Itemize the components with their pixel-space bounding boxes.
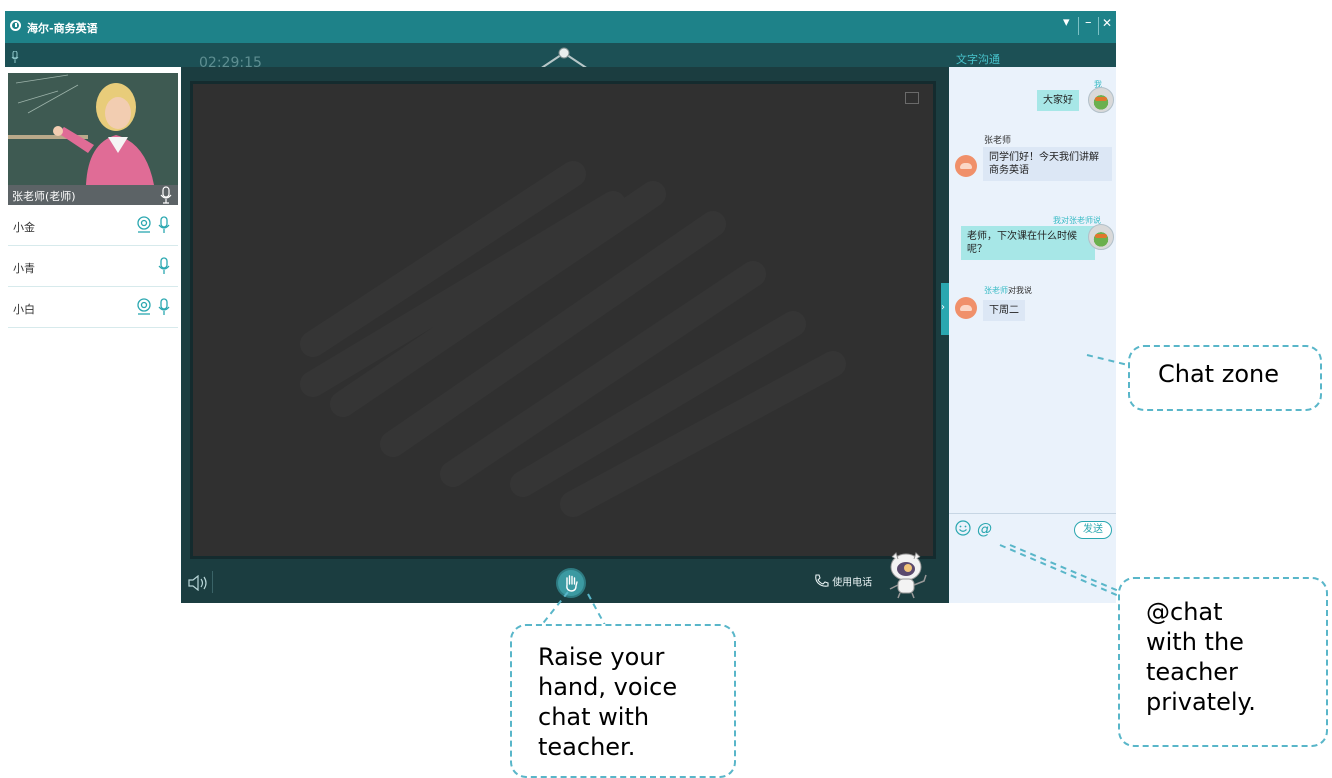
teacher-name-bar: 张老师(老师) [8, 185, 178, 205]
mic-icon[interactable] [158, 216, 170, 234]
teacher-avatar [955, 297, 977, 319]
camera-icon[interactable] [136, 216, 152, 234]
callout-text: Chat zone [1158, 360, 1279, 388]
fullscreen-icon[interactable] [905, 92, 919, 104]
user-avatar [1088, 224, 1114, 250]
raise-hand-callout: Raise your hand, voice chat with teacher… [510, 624, 736, 778]
callout-line: privately. [1146, 688, 1256, 716]
divider [212, 571, 213, 593]
message-sender: 张老师 [984, 136, 1012, 146]
raise-hand-button[interactable] [558, 570, 584, 596]
student-name: 小白 [13, 303, 35, 316]
phone-icon [815, 574, 829, 587]
collapse-panel-button[interactable]: › [941, 283, 949, 335]
minimize-button[interactable]: – [1085, 15, 1092, 30]
send-button[interactable]: 发送 [1074, 521, 1112, 539]
camera-icon[interactable] [136, 298, 152, 316]
blackboard-area: 使用电话 [182, 67, 948, 603]
student-row[interactable]: 小青 [8, 246, 178, 287]
student-name: 小青 [13, 262, 35, 275]
callout-line: Raise your [538, 643, 665, 671]
message-sender: 我对张老师说 [1053, 216, 1101, 225]
callout-line: teacher. [538, 733, 636, 761]
window-title: 海尔-商务英语 [27, 22, 98, 35]
menu-button[interactable]: ▾ [1063, 15, 1070, 30]
divider [1098, 17, 1099, 35]
title-bar: 海尔-商务英语 ▾ – ✕ [5, 11, 1116, 43]
student-row[interactable]: 小金 [8, 205, 178, 246]
callout-line: with the [1146, 628, 1244, 656]
at-chat-callout: @chat with the teacher privately. [1118, 577, 1328, 747]
divider [1078, 17, 1079, 35]
user-avatar [1088, 87, 1114, 113]
callout-line: hand, voice [538, 673, 678, 701]
emoji-button[interactable] [955, 520, 971, 540]
chat-bubble: 同学们好！今天我们讲解商务英语 [983, 147, 1112, 181]
mascot-icon [889, 552, 927, 599]
mic-icon[interactable] [160, 186, 172, 204]
blackboard-texture [193, 84, 933, 556]
mic-icon [11, 50, 19, 66]
blackboard[interactable] [190, 81, 936, 559]
use-phone-button[interactable]: 使用电话 [813, 573, 872, 589]
callout-line: teacher [1146, 658, 1238, 686]
at-mention-button[interactable]: @ [977, 520, 992, 538]
chat-header: 文字沟通 [956, 53, 1000, 66]
teacher-video-frame [8, 73, 178, 185]
speaker-icon[interactable] [187, 575, 209, 591]
board-toolbar: 使用电话 [182, 552, 948, 603]
mic-icon[interactable] [158, 257, 170, 275]
message-sender-line: 张老师对我说 [984, 285, 1032, 296]
chat-bubble: 大家好 [1037, 90, 1079, 111]
mic-icon[interactable] [158, 298, 170, 316]
use-phone-label: 使用电话 [832, 577, 873, 589]
chat-panel: › 我 大家好 张老师 同学们好！今天我们讲解商务英语 我对张老师说 老师，下次… [941, 67, 1116, 603]
callout-text: Raise your hand, voice chat with teacher… [538, 642, 677, 762]
teacher-name: 张老师(老师) [12, 190, 76, 203]
teacher-avatar [955, 155, 977, 177]
callout-line: chat with [538, 703, 650, 731]
teacher-video [8, 73, 178, 185]
student-row[interactable]: 小白 [8, 287, 178, 328]
close-button[interactable]: ✕ [1102, 16, 1112, 30]
chat-input-area[interactable]: @ 发送 [949, 513, 1116, 603]
participants-panel: 张老师(老师) 小金 小青 小白 [5, 67, 181, 603]
student-name: 小金 [13, 221, 35, 234]
raise-hand-icon [566, 575, 578, 592]
chat-bubble: 下周二 [983, 300, 1025, 321]
classroom-window: 海尔-商务英语 ▾ – ✕ 02:29:15 文字沟通 张老师(老师) 小金 小… [5, 11, 1116, 603]
chat-bubble: 老师，下次课在什么时候呢？ [961, 226, 1095, 260]
clock-icon [10, 20, 21, 31]
callout-text: @chat with the teacher privately. [1146, 597, 1256, 717]
sender-name-link[interactable]: 张老师 [984, 286, 1008, 295]
sender-suffix: 对我说 [1008, 286, 1032, 295]
smiley-icon [955, 520, 971, 536]
chat-zone-callout: Chat zone [1128, 345, 1322, 411]
callout-line: @chat [1146, 598, 1223, 626]
